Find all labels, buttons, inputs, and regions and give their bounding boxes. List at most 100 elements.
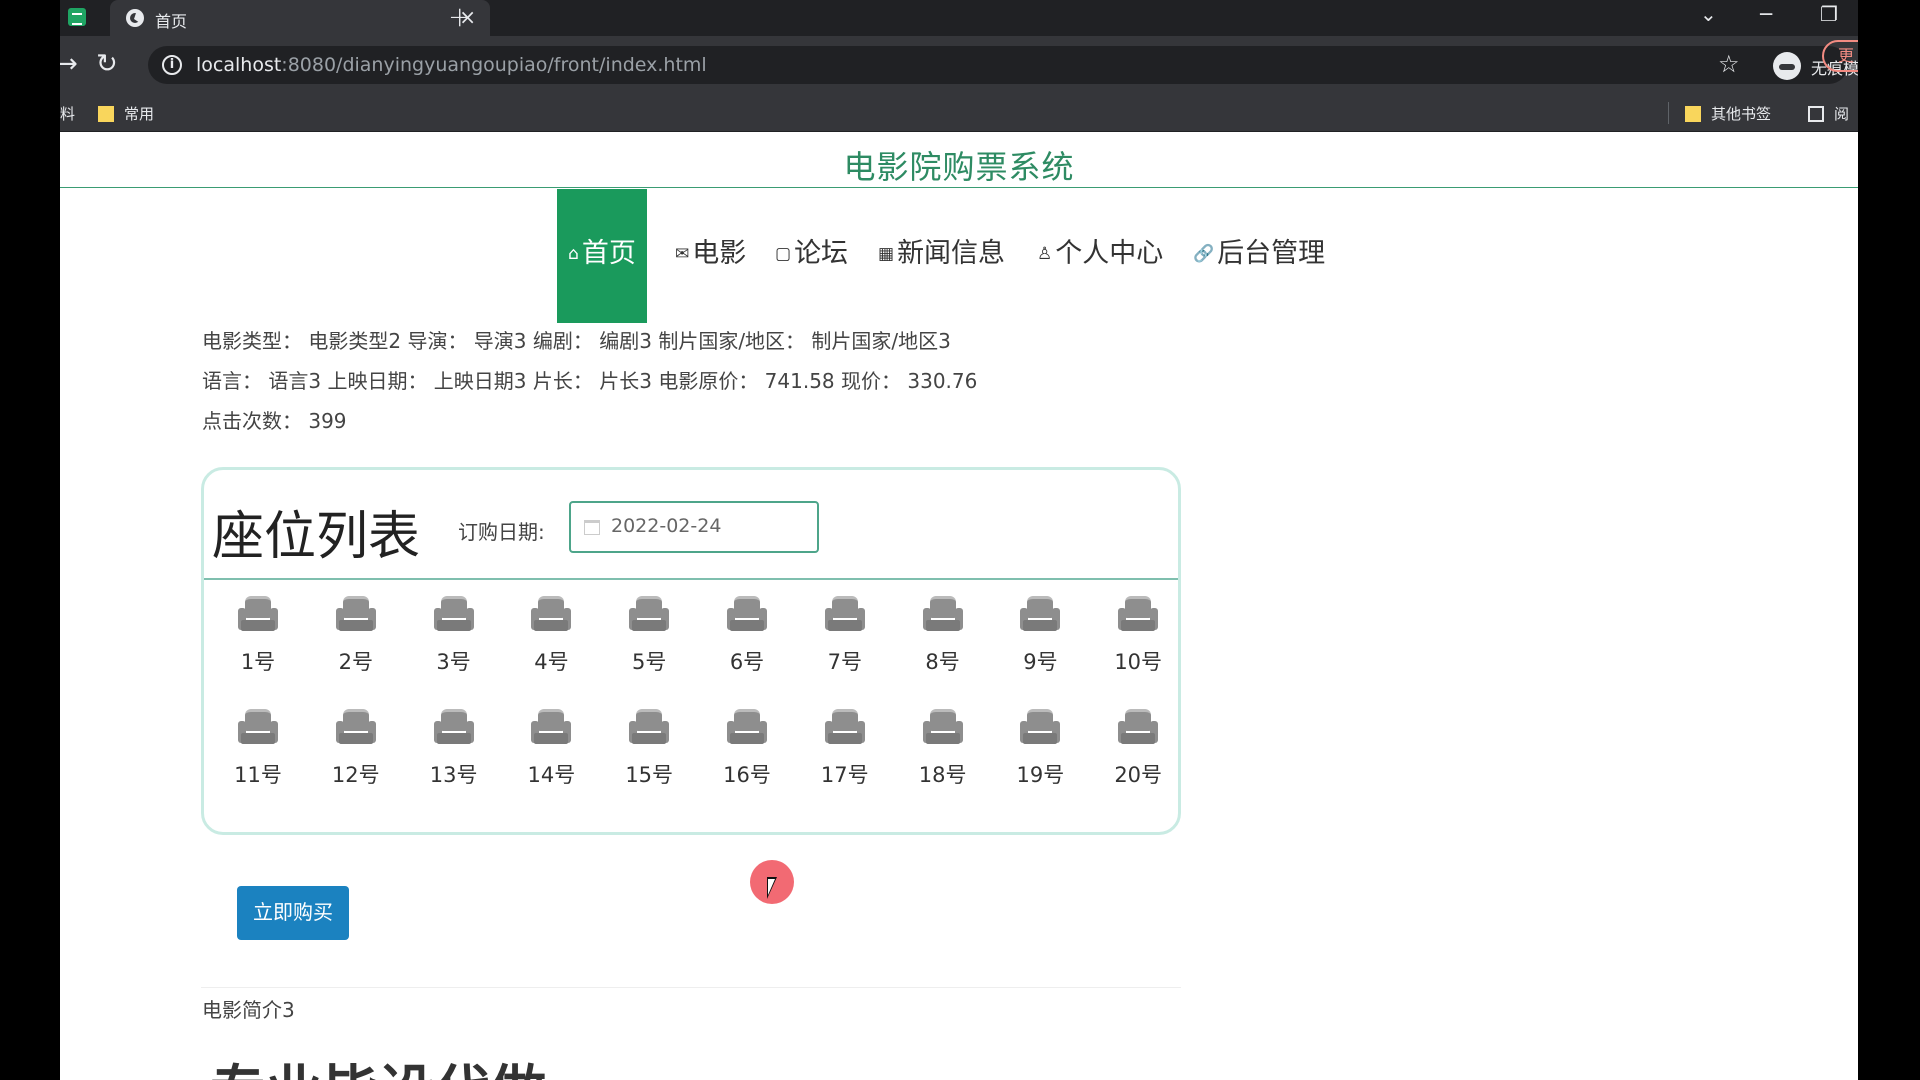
url-host: localhost (196, 54, 282, 76)
bookmark-common[interactable]: 常用 (98, 103, 154, 124)
browser-window: 首页 × + ⌄ ─ ❐ → ↻ i localhost:8080/dianyi… (60, 0, 1858, 1080)
seat[interactable]: 13号 (414, 709, 494, 809)
seat[interactable]: 1号 (218, 596, 298, 696)
seat-chair-icon (1020, 709, 1061, 745)
seat[interactable]: 4号 (511, 596, 591, 696)
seat[interactable]: 17号 (805, 709, 885, 809)
seat-chair-icon (531, 709, 572, 745)
seat-chair-icon (238, 709, 278, 745)
order-date-value: 2022-02-24 (611, 515, 722, 537)
star-icon[interactable]: ☆ (1718, 50, 1740, 78)
seat[interactable]: 20号 (1098, 709, 1178, 809)
divider (201, 987, 1181, 988)
buy-now-button[interactable]: 立即购买 (237, 886, 349, 940)
seat-number: 15号 (625, 763, 674, 787)
restore-icon[interactable]: ❐ (1820, 2, 1838, 26)
seat[interactable]: 15号 (609, 709, 689, 809)
bookmark-left[interactable]: 料 (60, 103, 75, 124)
seat-chair-icon (922, 596, 963, 632)
nav-admin[interactable]: 🔗 后台管理 (1193, 189, 1325, 323)
seat-number: 11号 (234, 763, 282, 787)
seat[interactable]: 8号 (903, 596, 983, 696)
seat[interactable]: 9号 (1000, 596, 1080, 696)
seat-chair-icon (1118, 596, 1159, 632)
globe-icon (126, 9, 144, 27)
bookmark-other[interactable]: 其他书签 (1685, 103, 1771, 124)
reading-list[interactable]: 阅 (1808, 103, 1849, 124)
nav-home-label: 首页 (581, 238, 636, 269)
seat[interactable]: 7号 (805, 596, 885, 696)
seat-number: 19号 (1016, 763, 1065, 787)
reading-list-label: 阅 (1834, 105, 1850, 123)
tab-bar: 首页 × + ⌄ ─ ❐ (60, 0, 1858, 36)
seat-number: 20号 (1114, 763, 1163, 787)
nav-forum[interactable]: ▢ 论坛 (775, 189, 848, 323)
order-date-input[interactable]: 2022-02-24 (569, 501, 819, 553)
tab-home[interactable]: 首页 × (110, 0, 490, 36)
info-icon[interactable]: i (162, 55, 182, 75)
nav-movies-label: 电影 (692, 238, 747, 269)
seat-chair-icon (824, 709, 865, 745)
calendar-icon (584, 520, 600, 535)
nav-home[interactable]: ⌂ 首页 (557, 189, 647, 323)
chevron-down-icon[interactable]: ⌄ (1700, 2, 1717, 26)
seat-chair-icon (922, 709, 963, 745)
home-icon: ⌂ (568, 244, 579, 264)
sheets-icon[interactable] (68, 8, 86, 26)
seat-number: 4号 (534, 650, 569, 674)
seat-chair-icon (335, 709, 376, 745)
seat[interactable]: 5号 (609, 596, 689, 696)
link-icon: 🔗 (1193, 244, 1215, 264)
seat[interactable]: 14号 (511, 709, 591, 809)
page: 电影院购票系统 ⌂ 首页 ✉ 电影 ▢ 论坛 ▦ 新闻信息 ♙ 个人中心 🔗 后台管理 电影… (60, 132, 1858, 1080)
seat[interactable]: 16号 (707, 709, 787, 809)
seat[interactable]: 3号 (414, 596, 494, 696)
address-bar-row: → ↻ i localhost:8080/dianyingyuangoupiao… (60, 36, 1858, 94)
folder-icon (1685, 106, 1701, 122)
seat[interactable]: 6号 (707, 596, 787, 696)
site-header: 电影院购票系统 (60, 132, 1858, 188)
mail-icon: ✉ (675, 244, 690, 264)
incognito-icon (1773, 52, 1801, 80)
nav-movies[interactable]: ✉ 电影 (675, 189, 746, 323)
bookmark-common-label: 常用 (124, 105, 155, 123)
seat[interactable]: 11号 (218, 709, 298, 809)
tab-title: 首页 (155, 12, 188, 31)
omnibox[interactable]: i localhost:8080/dianyingyuangoupiao/fro… (148, 46, 1858, 84)
seat-number: 16号 (723, 763, 771, 787)
cursor-icon (767, 877, 777, 899)
nav-profile[interactable]: ♙ 个人中心 (1037, 189, 1163, 323)
seat-number: 1号 (240, 650, 276, 674)
seat[interactable]: 18号 (903, 709, 983, 809)
news-icon: ▦ (878, 244, 895, 264)
forward-icon[interactable]: → (60, 49, 78, 79)
update-button[interactable]: 更 (1822, 40, 1858, 72)
bookmark-separator (1668, 102, 1669, 124)
seat[interactable]: 12号 (316, 709, 396, 809)
seat-chair-icon (433, 596, 474, 632)
seat-number: 17号 (820, 763, 869, 787)
seat-chair-icon (1020, 596, 1061, 632)
seat-list-title: 座位列表 (212, 507, 421, 567)
reload-icon[interactable]: ↻ (96, 49, 118, 79)
seat-chair-icon (824, 596, 865, 632)
nav-news-label: 新闻信息 (897, 238, 1006, 269)
movie-intro: 电影简介3 (202, 998, 295, 1022)
folder-icon (98, 106, 114, 122)
reading-list-icon (1808, 106, 1824, 122)
minimize-icon[interactable]: ─ (1760, 2, 1772, 26)
nav-admin-label: 后台管理 (1217, 238, 1326, 269)
seat-number: 7号 (827, 650, 862, 674)
user-icon: ♙ (1037, 244, 1053, 264)
seat-chair-icon (433, 709, 474, 745)
url-text[interactable]: localhost:8080/dianyingyuangoupiao/front… (196, 54, 707, 76)
seat-panel: 座位列表 订购日期: 2022-02-24 1号 2号 3号 4号 5号 6号 7号 8号 9号… (201, 467, 1181, 835)
new-tab-button[interactable]: + (448, 0, 471, 33)
seat[interactable]: 2号 (316, 596, 396, 696)
bookmarks-bar: 料 常用 其他书签 阅 (60, 94, 1858, 132)
nav-news[interactable]: ▦ 新闻信息 (878, 189, 1005, 323)
seat-number: 18号 (918, 763, 967, 787)
seat-chair-icon (727, 596, 767, 632)
seat[interactable]: 10号 (1098, 596, 1178, 696)
seat[interactable]: 19号 (1000, 709, 1080, 809)
